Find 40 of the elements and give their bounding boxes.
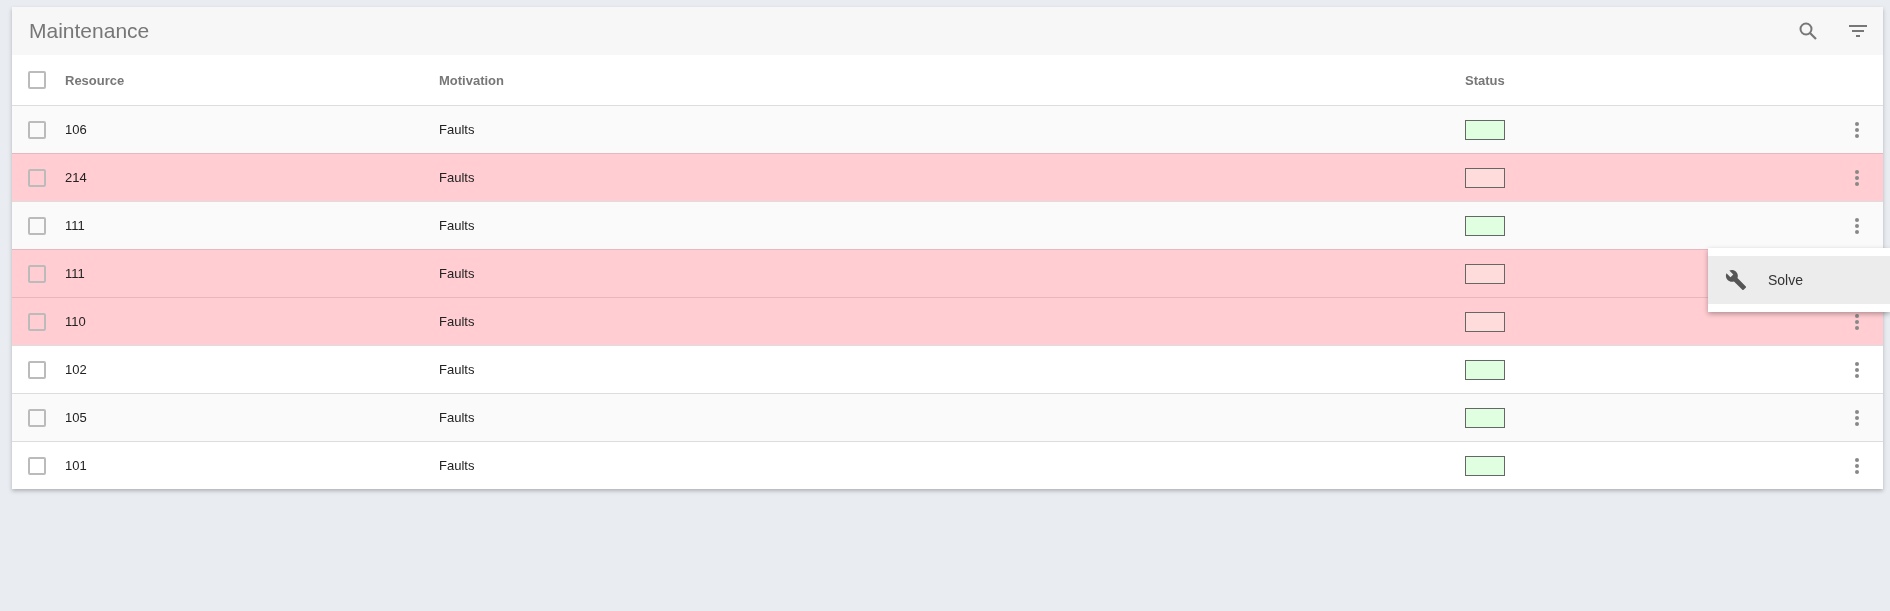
table-cell-text: 102 [65, 362, 88, 377]
checkbox[interactable] [28, 168, 46, 187]
checkbox[interactable] [28, 456, 46, 475]
more-icon[interactable] [1854, 360, 1860, 379]
menu-item[interactable]: Solve [1708, 256, 1890, 304]
table-cell-text: 111 [65, 266, 86, 281]
checkbox[interactable] [28, 360, 46, 379]
more-icon[interactable] [1854, 168, 1860, 187]
table-cell-text: 105 [65, 410, 88, 425]
page-title: Maintenance [29, 19, 151, 43]
table-cell-text: Faults [439, 314, 476, 329]
checkbox[interactable] [28, 71, 46, 89]
column-header[interactable]: Status [1465, 72, 1831, 88]
more-icon[interactable] [1854, 456, 1860, 475]
more-icon[interactable] [1854, 312, 1860, 331]
wrench-icon [1725, 269, 1747, 291]
checkbox[interactable] [28, 408, 46, 427]
table-cell-text: Faults [439, 122, 476, 137]
table-cell-text: 110 [65, 314, 87, 329]
table-cell-text: Faults [439, 410, 476, 425]
table-cell-text: Faults [439, 458, 476, 473]
more-icon[interactable] [1854, 120, 1860, 139]
more-icon[interactable] [1854, 408, 1860, 427]
filter-icon[interactable] [1849, 25, 1867, 37]
search-icon[interactable] [1799, 22, 1817, 40]
checkbox[interactable] [28, 216, 46, 235]
checkbox[interactable] [28, 120, 46, 139]
table-cell-text: Faults [439, 170, 476, 185]
table-cell-text: 101 [65, 458, 88, 473]
table-cell-text: 111 [65, 218, 86, 233]
checkbox[interactable] [28, 312, 46, 331]
table-cell-text: Faults [439, 266, 476, 281]
checkbox[interactable] [28, 264, 46, 283]
table-cell-text: 214 [65, 170, 88, 185]
table-cell-text: Faults [439, 218, 476, 233]
table-cell-text: 106 [65, 122, 88, 137]
column-header[interactable]: Resource [65, 72, 439, 88]
table-cell-text: Faults [439, 362, 476, 377]
more-icon[interactable] [1854, 216, 1860, 235]
column-header[interactable]: Motivation [439, 72, 1465, 88]
